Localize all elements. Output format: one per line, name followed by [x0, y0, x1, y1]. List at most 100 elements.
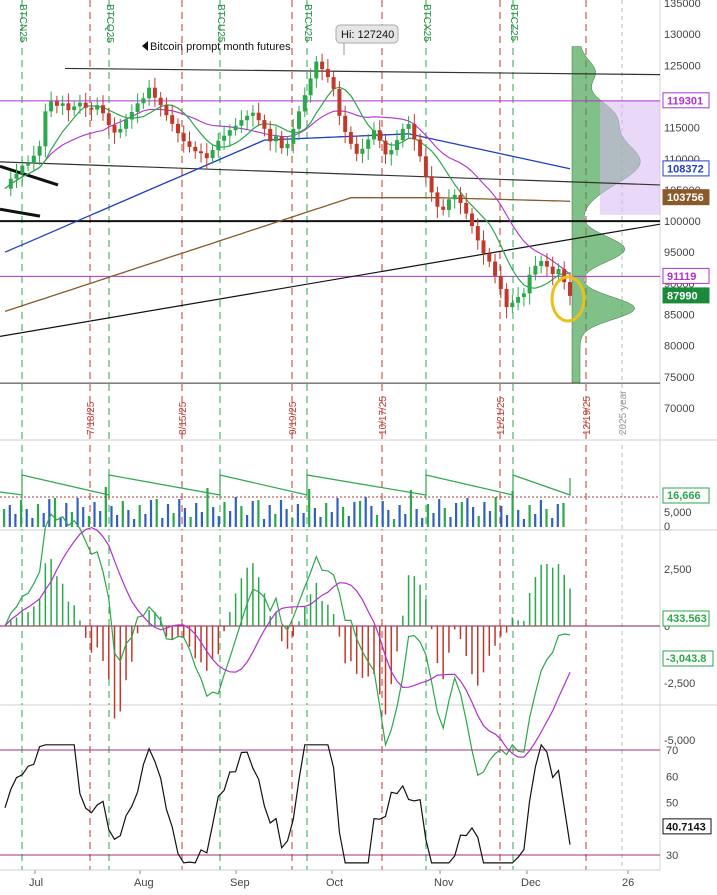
volume-bar	[25, 509, 28, 527]
candle-body	[285, 143, 290, 149]
volume-bar	[302, 513, 305, 527]
volume-bar	[342, 507, 345, 527]
price-badge-label: 87990	[667, 290, 698, 302]
expiry-date-label: 11/21/25	[496, 396, 507, 435]
volume-bar	[200, 512, 203, 527]
volume-bar	[82, 507, 85, 527]
candle-body	[493, 261, 498, 276]
volume-bar	[472, 507, 475, 527]
volume-bar	[353, 502, 356, 527]
volume-bar	[505, 515, 509, 527]
volume-bar	[438, 499, 441, 527]
candle-body	[544, 261, 549, 267]
volume-bar	[432, 513, 435, 527]
x-tick-label: Jul	[29, 877, 43, 889]
chart-root: 1350001300001250001200001150001100001050…	[0, 0, 717, 895]
candle-body	[181, 133, 186, 142]
macd-y-tick-label: 5,000	[664, 507, 692, 519]
volume-bar	[155, 499, 158, 527]
macd-signal-badge-label: -3,043.8	[666, 653, 706, 665]
volume-bar	[488, 511, 492, 527]
volume-bar	[262, 519, 266, 527]
volume-bar	[257, 500, 260, 527]
candle-body	[481, 240, 486, 254]
volume-bar	[8, 505, 11, 527]
candle-body	[291, 128, 296, 144]
candle-body	[170, 115, 175, 124]
candle-body	[147, 87, 152, 99]
volume-bar	[36, 504, 40, 527]
volume-bar	[31, 518, 34, 527]
candle-body	[250, 112, 255, 116]
volume-bar	[121, 501, 124, 527]
candle-body	[158, 97, 163, 106]
candle-body	[395, 140, 399, 151]
price-badge-label: 103756	[667, 192, 704, 204]
candle-body	[429, 176, 434, 193]
candle-body	[210, 150, 215, 159]
hi-tooltip-label: Hi: 127240	[341, 29, 394, 41]
candle-body	[458, 194, 463, 203]
volume-bar	[274, 514, 277, 527]
expiry-date-label: 10/17/25	[378, 396, 389, 435]
candle-body	[556, 269, 561, 275]
volume-bar	[477, 516, 480, 527]
candle-body	[343, 115, 348, 132]
candle-body	[302, 95, 307, 112]
trendline-thick-1	[0, 164, 59, 187]
volume-bar	[206, 488, 209, 527]
volume-bar	[381, 501, 384, 527]
volume-bar	[217, 516, 220, 527]
volume-bar	[116, 515, 119, 527]
volume-bar	[76, 498, 79, 527]
volume-bar	[347, 516, 350, 527]
candle-body	[152, 87, 157, 98]
rsi-y-tick-label: 50	[666, 798, 678, 810]
volume-bar	[330, 512, 333, 527]
candle-body	[331, 77, 336, 89]
candle-body	[274, 136, 278, 142]
candle-body	[222, 135, 227, 141]
rsi-y-tick-label: 60	[666, 771, 678, 783]
volume-bar	[539, 500, 542, 527]
volume-bar	[53, 498, 57, 527]
volume-bar	[460, 502, 463, 527]
volume-bar	[268, 505, 271, 527]
annotation-label: Bitcoin prompt month futures	[150, 41, 291, 53]
candle-body	[129, 112, 134, 120]
candle-body	[83, 102, 88, 108]
volume-zero-tick: 0	[664, 521, 670, 533]
candle-body	[446, 199, 451, 210]
candle-body	[54, 101, 59, 106]
candle-body	[26, 163, 31, 166]
volume-bar	[466, 498, 469, 527]
volume-bar	[404, 514, 407, 527]
y-tick-label: 135000	[664, 0, 701, 10]
candle-body	[504, 289, 509, 308]
main-price-chart[interactable]: 1350001300001250001200001150001100001050…	[0, 0, 717, 895]
rsi-badge-label: 40.7143	[666, 821, 706, 833]
volume-bar	[387, 510, 390, 527]
candle-body	[227, 130, 232, 136]
volume-bar	[246, 515, 249, 527]
candle-body	[325, 69, 330, 78]
candle-body	[262, 120, 267, 129]
volume-bar	[149, 500, 153, 527]
candle-body	[354, 143, 359, 154]
candle-body	[77, 102, 82, 107]
y-tick-label: 95000	[664, 247, 695, 259]
year-end-label: 2025 year	[618, 390, 629, 435]
y-tick-label: 130000	[664, 29, 701, 41]
candle-body	[199, 151, 203, 154]
volume-bar	[189, 517, 192, 527]
candle-body	[245, 115, 250, 121]
candle-body	[377, 130, 382, 141]
candle-body	[106, 113, 111, 126]
volume-bar	[398, 505, 401, 527]
volume-bar	[455, 503, 458, 527]
volume-bar	[144, 514, 147, 527]
volume-bar	[291, 518, 294, 527]
volume-bar	[528, 505, 531, 527]
volume-bar	[545, 509, 548, 527]
volume-bar	[534, 514, 537, 527]
